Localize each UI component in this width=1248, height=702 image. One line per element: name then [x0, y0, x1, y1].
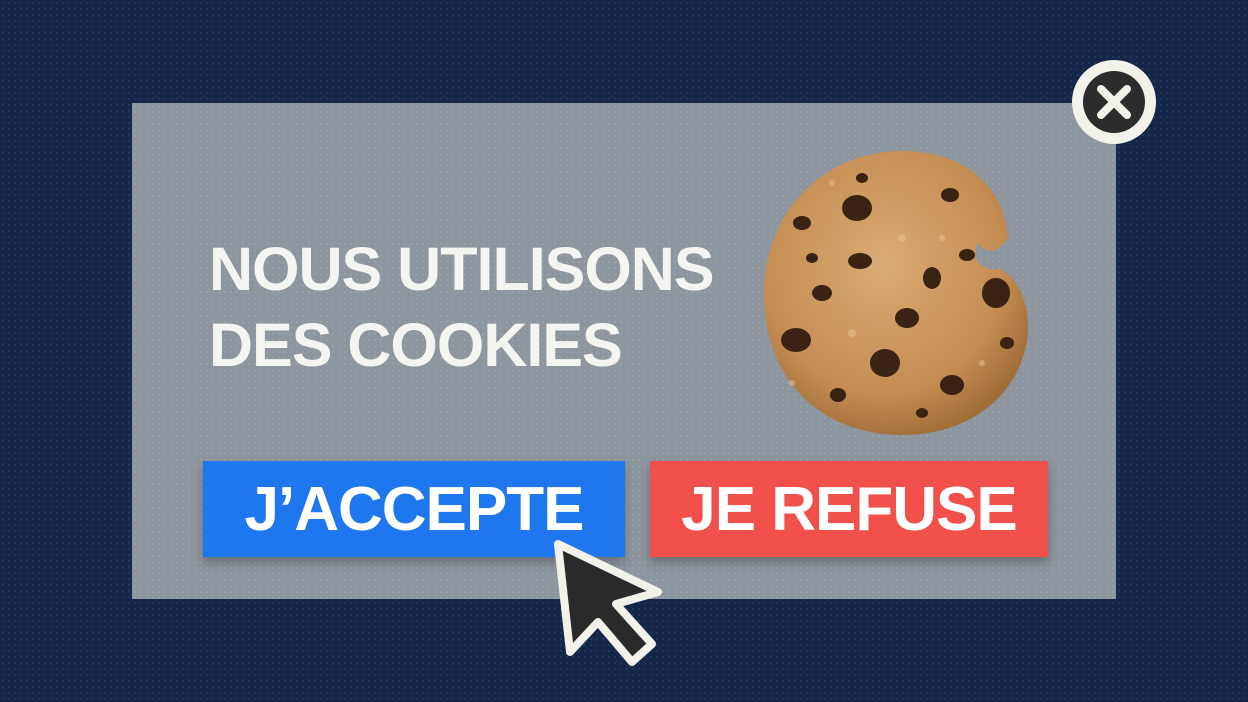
dialog-headline: NOUS UTILISONS DES COOKIES: [209, 231, 715, 383]
cookie-image: [764, 151, 1029, 435]
headline-line-2: DES COOKIES: [209, 311, 623, 379]
close-icon[interactable]: [1070, 58, 1158, 146]
headline-line-1: NOUS UTILISONS: [209, 235, 715, 303]
cookie-consent-dialog: NOUS UTILISONS DES COOKIES J’ACCEPTE JE …: [132, 103, 1116, 599]
refuse-button[interactable]: JE REFUSE: [650, 461, 1048, 557]
mouse-cursor-icon: [554, 540, 662, 666]
